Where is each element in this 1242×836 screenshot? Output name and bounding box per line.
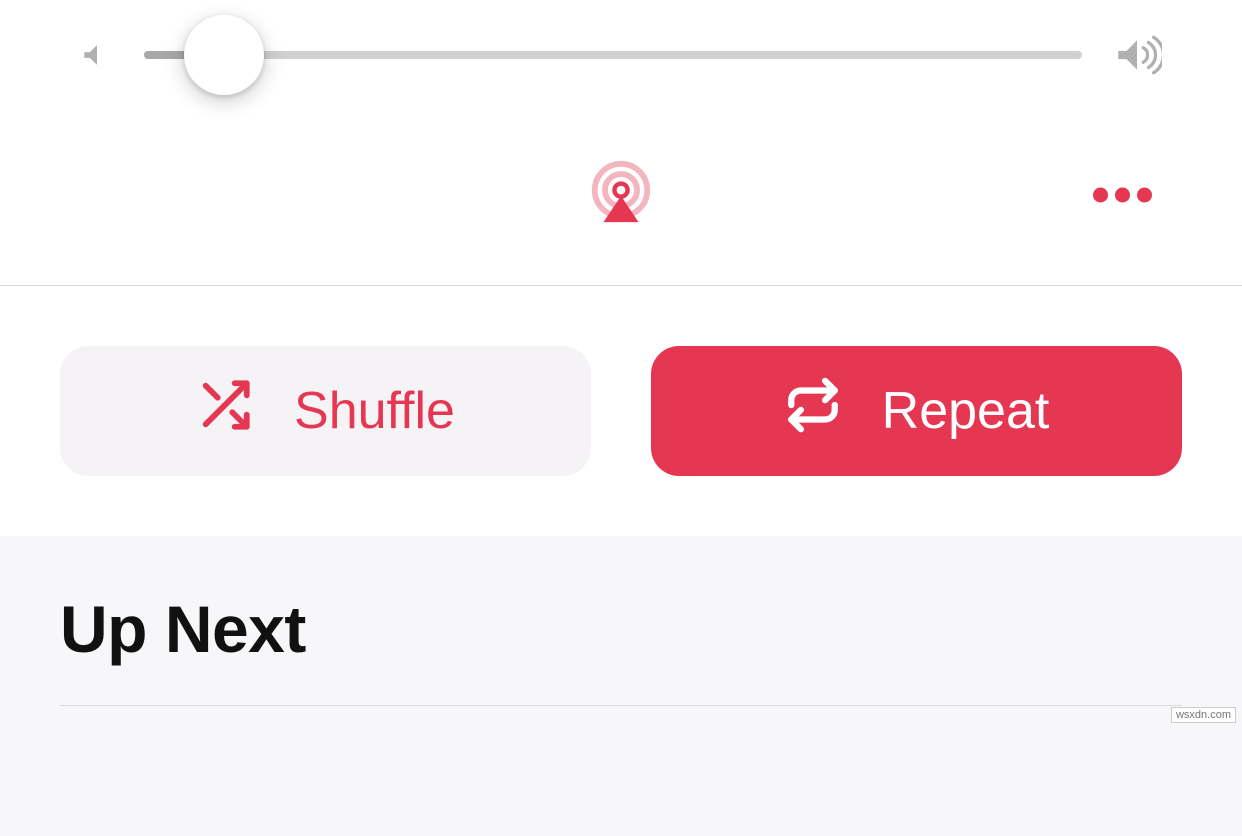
volume-high-icon (1112, 30, 1162, 80)
up-next-heading: Up Next (60, 591, 1182, 667)
airplay-icon[interactable] (586, 158, 656, 233)
up-next-section: Up Next (0, 536, 1242, 836)
up-next-divider (60, 705, 1182, 706)
shuffle-icon (196, 376, 254, 447)
repeat-button[interactable]: Repeat (651, 346, 1182, 476)
volume-low-icon (80, 38, 114, 72)
shuffle-label: Shuffle (294, 381, 455, 441)
volume-slider-row (80, 30, 1162, 80)
watermark: wsxdn.com (1171, 707, 1236, 723)
shuffle-button[interactable]: Shuffle (60, 346, 591, 476)
repeat-icon (784, 376, 842, 447)
volume-slider[interactable] (144, 51, 1082, 59)
repeat-label: Repeat (882, 381, 1050, 441)
volume-slider-thumb[interactable] (184, 15, 264, 95)
more-options-icon[interactable] (1093, 188, 1152, 203)
